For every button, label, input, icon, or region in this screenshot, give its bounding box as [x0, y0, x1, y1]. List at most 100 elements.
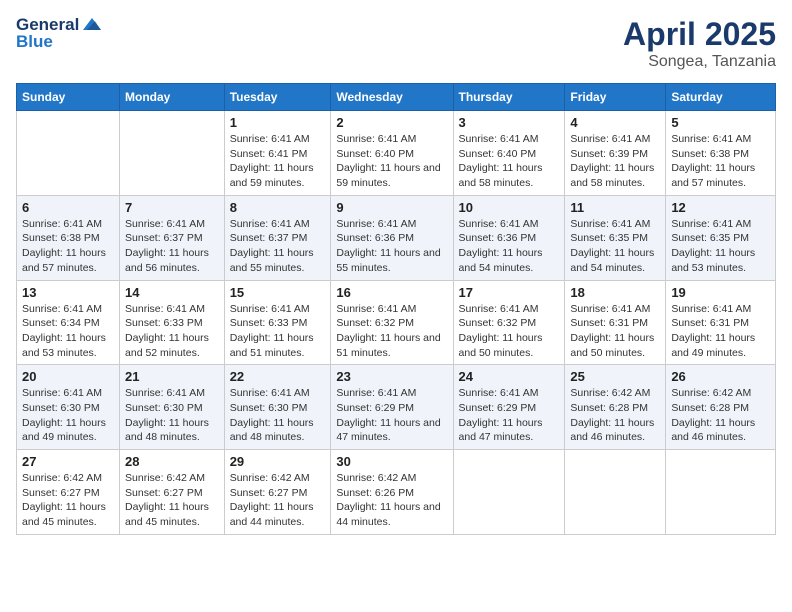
cell-info: Sunrise: 6:41 AM Sunset: 6:36 PM Dayligh…: [459, 217, 560, 276]
calendar-cell: 8 Sunrise: 6:41 AM Sunset: 6:37 PM Daylig…: [224, 195, 331, 280]
calendar-cell: 20 Sunrise: 6:41 AM Sunset: 6:30 PM Dayli…: [17, 365, 120, 450]
day-number: 8: [230, 200, 326, 215]
calendar-cell: [17, 111, 120, 196]
calendar-cell: 21 Sunrise: 6:41 AM Sunset: 6:30 PM Dayli…: [120, 365, 225, 450]
day-number: 16: [336, 285, 447, 300]
cell-info: Sunrise: 6:41 AM Sunset: 6:30 PM Dayligh…: [230, 386, 326, 445]
day-number: 10: [459, 200, 560, 215]
header-cell-thursday: Thursday: [453, 84, 565, 111]
cell-info: Sunrise: 6:41 AM Sunset: 6:30 PM Dayligh…: [125, 386, 219, 445]
cell-info: Sunrise: 6:42 AM Sunset: 6:27 PM Dayligh…: [230, 471, 326, 530]
calendar-cell: 15Sunrise: 6:41 AM Sunset: 6:33 PM Dayli…: [224, 280, 331, 365]
week-row: 1 Sunrise: 6:41 AM Sunset: 6:41 PM Daylig…: [17, 111, 776, 196]
cell-info: Sunrise: 6:41 AM Sunset: 6:35 PM Dayligh…: [570, 217, 660, 276]
day-number: 23: [336, 369, 447, 384]
header-cell-wednesday: Wednesday: [331, 84, 453, 111]
cell-info: Sunrise: 6:41 AM Sunset: 6:33 PM Dayligh…: [125, 302, 219, 361]
calendar-body: 1 Sunrise: 6:41 AM Sunset: 6:41 PM Daylig…: [17, 111, 776, 535]
day-number: 22: [230, 369, 326, 384]
day-number: 12: [671, 200, 770, 215]
calendar-cell: 7Sunrise: 6:41 AM Sunset: 6:37 PM Daylig…: [120, 195, 225, 280]
day-number: 17: [459, 285, 560, 300]
day-number: 15: [230, 285, 326, 300]
calendar-cell: 11 Sunrise: 6:41 AM Sunset: 6:35 PM Dayli…: [565, 195, 666, 280]
day-number: 28: [125, 454, 219, 469]
day-number: 3: [459, 115, 560, 130]
day-number: 21: [125, 369, 219, 384]
cell-info: Sunrise: 6:41 AM Sunset: 6:31 PM Dayligh…: [570, 302, 660, 361]
calendar-cell: 12Sunrise: 6:41 AM Sunset: 6:35 PM Dayli…: [666, 195, 776, 280]
week-row: 20 Sunrise: 6:41 AM Sunset: 6:30 PM Dayli…: [17, 365, 776, 450]
day-number: 24: [459, 369, 560, 384]
calendar-cell: 2 Sunrise: 6:41 AM Sunset: 6:40 PM Daylig…: [331, 111, 453, 196]
week-row: 6 Sunrise: 6:41 AM Sunset: 6:38 PM Daylig…: [17, 195, 776, 280]
cell-info: Sunrise: 6:42 AM Sunset: 6:28 PM Dayligh…: [671, 386, 770, 445]
calendar-cell: 14 Sunrise: 6:41 AM Sunset: 6:33 PM Dayli…: [120, 280, 225, 365]
day-number: 20: [22, 369, 114, 384]
cell-info: Sunrise: 6:41 AM Sunset: 6:40 PM Dayligh…: [459, 132, 560, 191]
week-row: 27 Sunrise: 6:42 AM Sunset: 6:27 PM Dayli…: [17, 450, 776, 535]
cell-info: Sunrise: 6:41 AM Sunset: 6:30 PM Dayligh…: [22, 386, 114, 445]
cell-info: Sunrise: 6:41 AM Sunset: 6:36 PM Dayligh…: [336, 217, 447, 276]
cell-info: Sunrise: 6:42 AM Sunset: 6:26 PM Dayligh…: [336, 471, 447, 530]
header-cell-friday: Friday: [565, 84, 666, 111]
calendar-cell: 4 Sunrise: 6:41 AM Sunset: 6:39 PM Daylig…: [565, 111, 666, 196]
week-row: 13Sunrise: 6:41 AM Sunset: 6:34 PM Dayli…: [17, 280, 776, 365]
cell-info: Sunrise: 6:42 AM Sunset: 6:28 PM Dayligh…: [570, 386, 660, 445]
day-number: 25: [570, 369, 660, 384]
day-number: 6: [22, 200, 114, 215]
calendar-cell: 5Sunrise: 6:41 AM Sunset: 6:38 PM Daylig…: [666, 111, 776, 196]
calendar-cell: 6 Sunrise: 6:41 AM Sunset: 6:38 PM Daylig…: [17, 195, 120, 280]
title-block: April 2025 Songea, Tanzania: [623, 16, 776, 71]
cell-info: Sunrise: 6:41 AM Sunset: 6:34 PM Dayligh…: [22, 302, 114, 361]
cell-info: Sunrise: 6:41 AM Sunset: 6:29 PM Dayligh…: [336, 386, 447, 445]
day-number: 9: [336, 200, 447, 215]
cell-info: Sunrise: 6:41 AM Sunset: 6:39 PM Dayligh…: [570, 132, 660, 191]
calendar-cell: [666, 450, 776, 535]
cell-info: Sunrise: 6:41 AM Sunset: 6:38 PM Dayligh…: [22, 217, 114, 276]
day-number: 14: [125, 285, 219, 300]
logo-icon: [81, 16, 103, 32]
cell-info: Sunrise: 6:41 AM Sunset: 6:40 PM Dayligh…: [336, 132, 447, 191]
calendar-cell: 17 Sunrise: 6:41 AM Sunset: 6:32 PM Dayli…: [453, 280, 565, 365]
cell-info: Sunrise: 6:41 AM Sunset: 6:32 PM Dayligh…: [459, 302, 560, 361]
cell-info: Sunrise: 6:41 AM Sunset: 6:37 PM Dayligh…: [230, 217, 326, 276]
calendar-cell: 27Sunrise: 6:42 AM Sunset: 6:27 PM Dayli…: [17, 450, 120, 535]
logo-blue-text: Blue: [16, 33, 103, 52]
cell-info: Sunrise: 6:42 AM Sunset: 6:27 PM Dayligh…: [125, 471, 219, 530]
calendar-cell: 3 Sunrise: 6:41 AM Sunset: 6:40 PM Daylig…: [453, 111, 565, 196]
calendar-cell: 28 Sunrise: 6:42 AM Sunset: 6:27 PM Dayli…: [120, 450, 225, 535]
calendar-cell: [453, 450, 565, 535]
cell-info: Sunrise: 6:41 AM Sunset: 6:32 PM Dayligh…: [336, 302, 447, 361]
day-number: 26: [671, 369, 770, 384]
cell-info: Sunrise: 6:41 AM Sunset: 6:31 PM Dayligh…: [671, 302, 770, 361]
day-number: 1: [230, 115, 326, 130]
cell-info: Sunrise: 6:41 AM Sunset: 6:41 PM Dayligh…: [230, 132, 326, 191]
day-number: 27: [22, 454, 114, 469]
day-number: 18: [570, 285, 660, 300]
day-number: 29: [230, 454, 326, 469]
calendar-cell: 1 Sunrise: 6:41 AM Sunset: 6:41 PM Daylig…: [224, 111, 331, 196]
calendar-header: SundayMondayTuesdayWednesdayThursdayFrid…: [17, 84, 776, 111]
cell-info: Sunrise: 6:41 AM Sunset: 6:29 PM Dayligh…: [459, 386, 560, 445]
page-subtitle: Songea, Tanzania: [623, 53, 776, 71]
day-number: 11: [570, 200, 660, 215]
calendar-cell: 19 Sunrise: 6:41 AM Sunset: 6:31 PM Dayli…: [666, 280, 776, 365]
page-title: April 2025: [623, 16, 776, 53]
calendar-cell: 18 Sunrise: 6:41 AM Sunset: 6:31 PM Dayli…: [565, 280, 666, 365]
day-number: 2: [336, 115, 447, 130]
day-number: 5: [671, 115, 770, 130]
calendar-cell: 16 Sunrise: 6:41 AM Sunset: 6:32 PM Dayli…: [331, 280, 453, 365]
header-cell-saturday: Saturday: [666, 84, 776, 111]
calendar-cell: 25 Sunrise: 6:42 AM Sunset: 6:28 PM Dayli…: [565, 365, 666, 450]
header-cell-monday: Monday: [120, 84, 225, 111]
calendar-cell: 29 Sunrise: 6:42 AM Sunset: 6:27 PM Dayli…: [224, 450, 331, 535]
calendar-cell: [565, 450, 666, 535]
day-number: 4: [570, 115, 660, 130]
cell-info: Sunrise: 6:41 AM Sunset: 6:37 PM Dayligh…: [125, 217, 219, 276]
day-number: 19: [671, 285, 770, 300]
day-number: 30: [336, 454, 447, 469]
calendar-cell: 9 Sunrise: 6:41 AM Sunset: 6:36 PM Daylig…: [331, 195, 453, 280]
calendar-cell: 23 Sunrise: 6:41 AM Sunset: 6:29 PM Dayli…: [331, 365, 453, 450]
page-header: General Blue April 2025 Songea, Tanzania: [16, 16, 776, 71]
